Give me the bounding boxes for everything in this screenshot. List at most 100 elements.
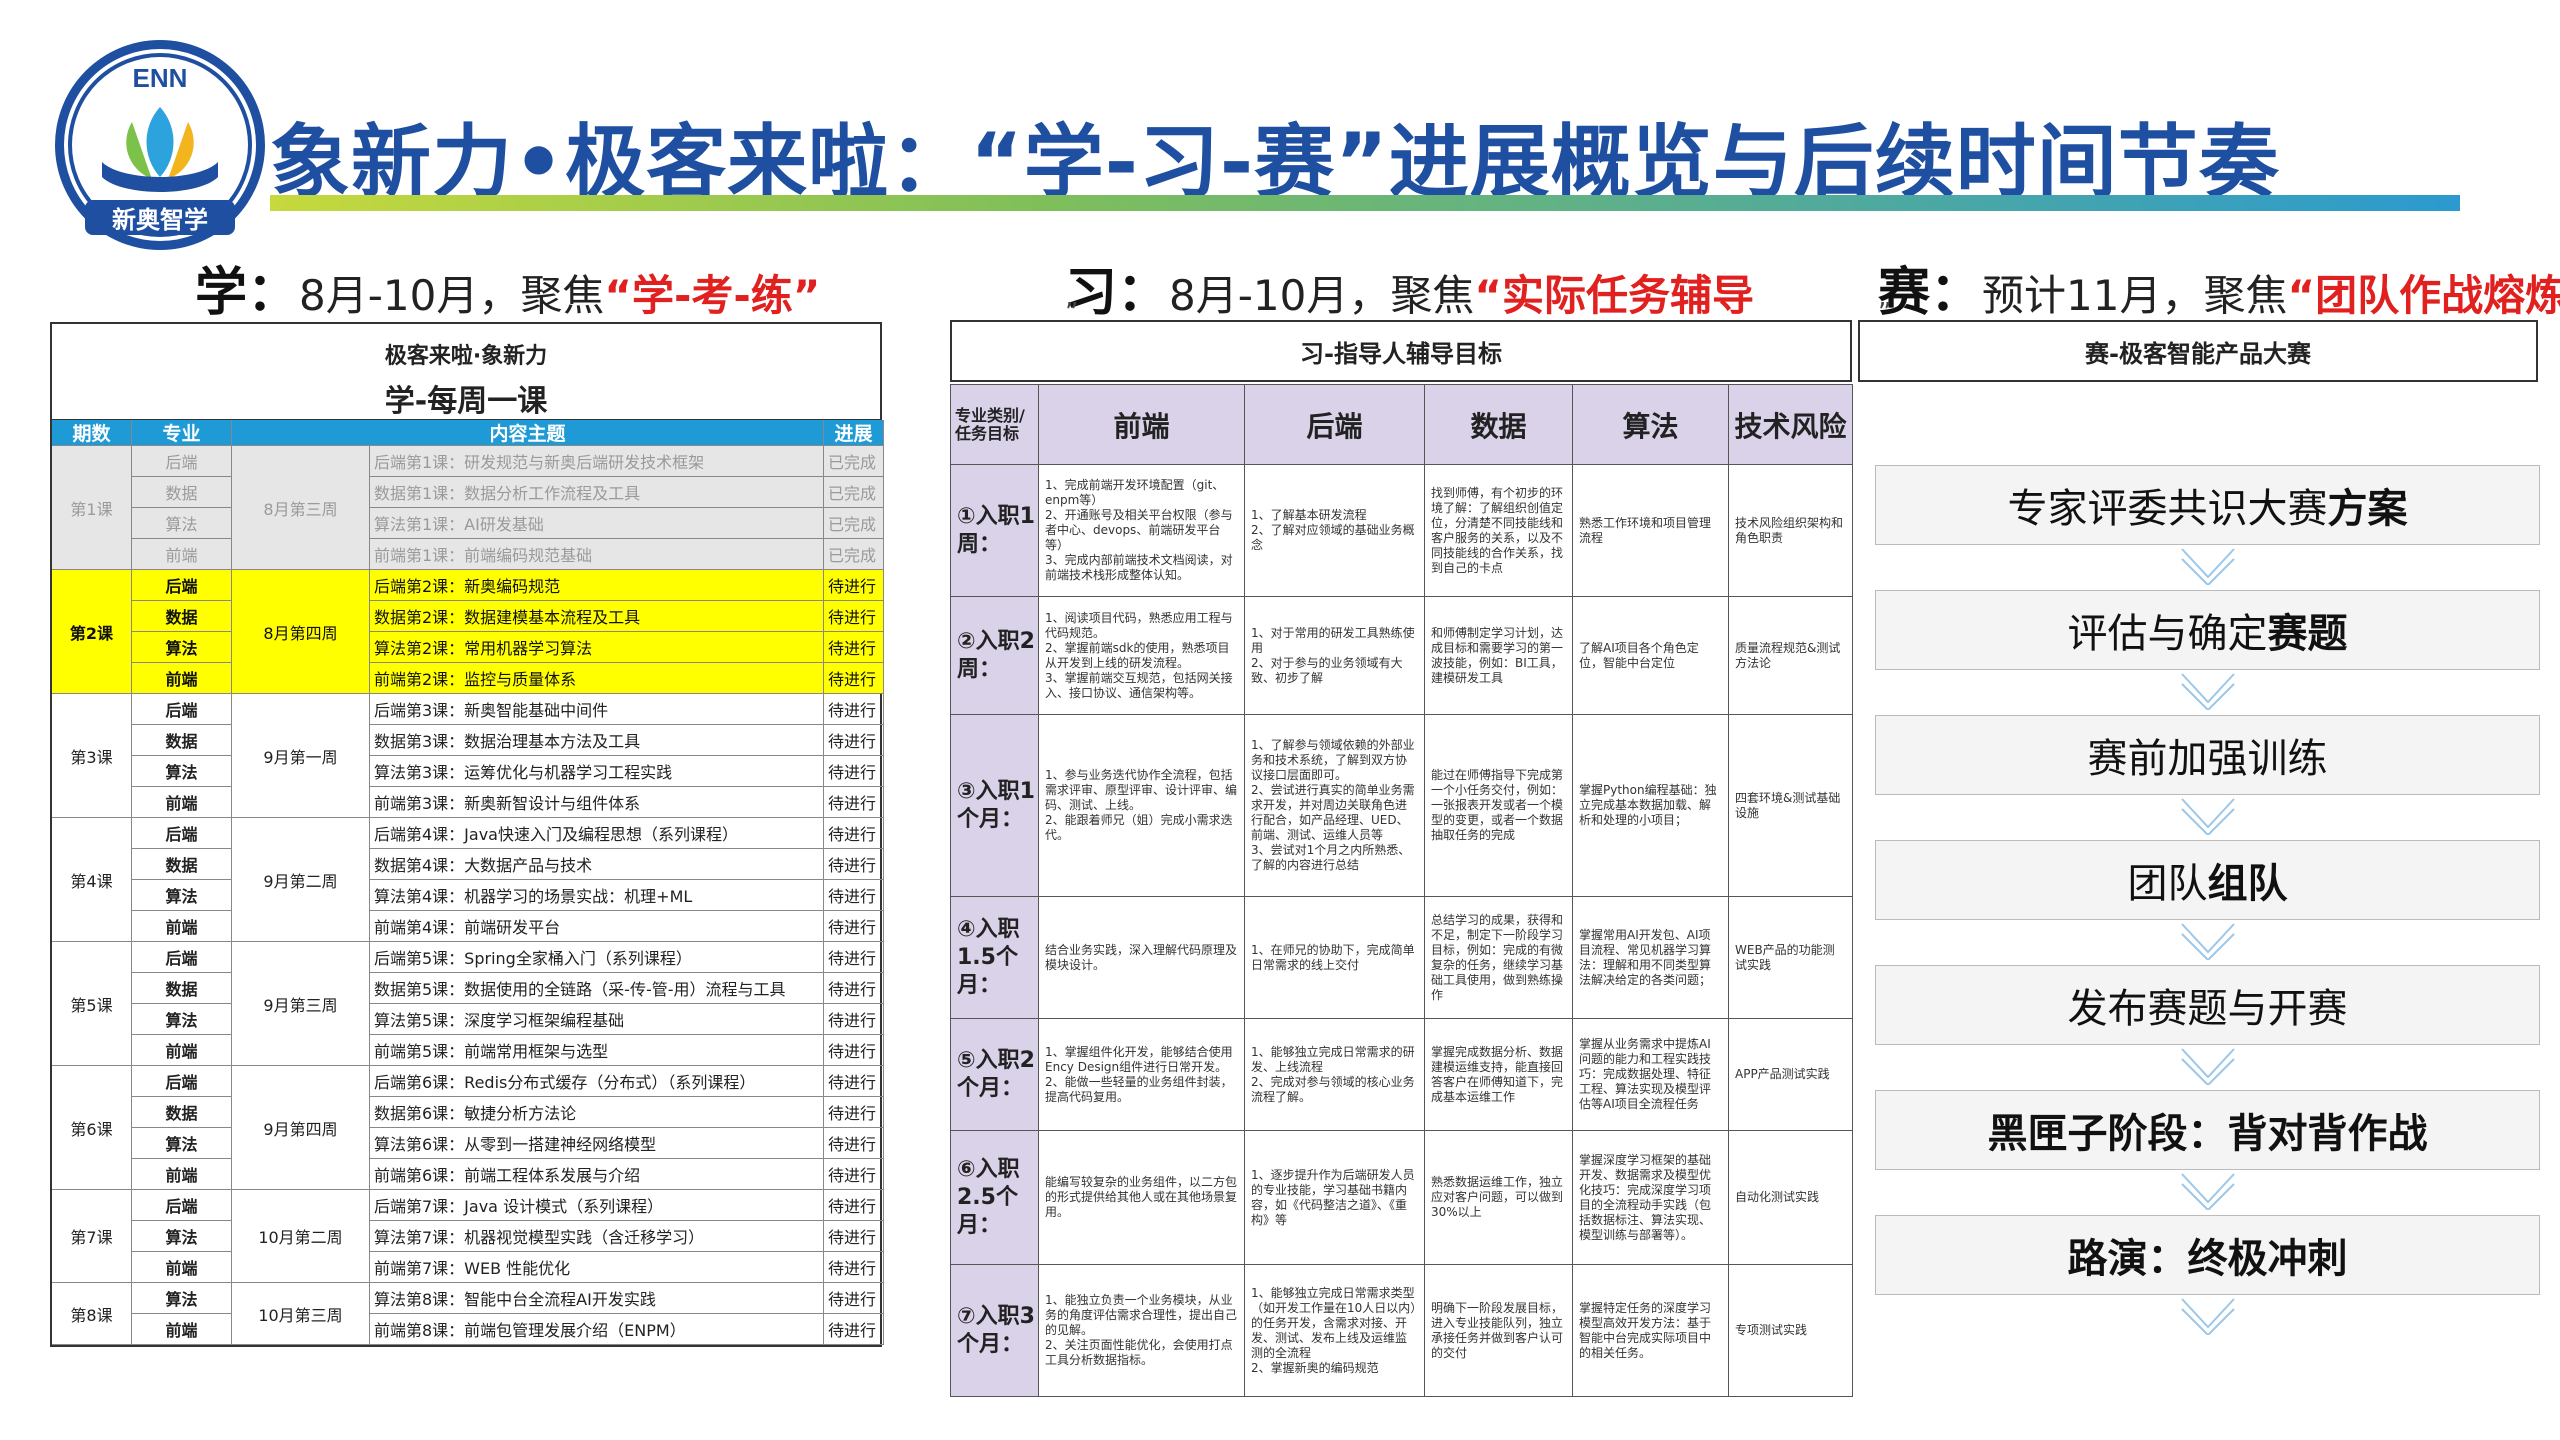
mentor-cell: 1、在师兄的协助下，完成简单日常需求的线上交付 bbox=[1245, 897, 1425, 1019]
weekly-caption-1: 极客来啦·象新力 bbox=[384, 344, 548, 369]
practice-label: 习： bbox=[1065, 263, 1170, 323]
mentor-cell-text: 1、对于常用的研发工具熟练使用 2、对于参与的业务领域有大致、初步了解 bbox=[1251, 625, 1415, 685]
lesson-status: 已完成 bbox=[824, 477, 884, 508]
mentor-col-header: 后端 bbox=[1245, 385, 1425, 465]
lesson-status: 待进行 bbox=[824, 1283, 884, 1314]
lesson-status: 待进行 bbox=[824, 694, 884, 725]
lesson-name: 第1课 bbox=[52, 446, 132, 570]
lesson-status: 待进行 bbox=[824, 787, 884, 818]
lesson-topic: 后端第7课：Java 设计模式（系列课程） bbox=[370, 1190, 824, 1221]
lesson-status: 待进行 bbox=[824, 849, 884, 880]
mentor-cell-text: 1、了解参与领域依赖的外部业务和技术系统，了解到双方协议接口层面即可。 2、尝试… bbox=[1251, 738, 1415, 872]
lesson-name: 第4课 bbox=[52, 818, 132, 942]
lesson-major: 前端 bbox=[132, 1035, 232, 1066]
study-label: 学： bbox=[195, 263, 300, 323]
contest-step-text: 团队 bbox=[2127, 861, 2208, 907]
mentor-cell-text: 技术风险组织架构和角色职责 bbox=[1735, 515, 1844, 545]
lesson-topic: 前端第3课：新奥新智设计与组件体系 bbox=[370, 787, 824, 818]
weekly-header-3: 进展 bbox=[824, 420, 884, 446]
lesson-topic: 数据第5课：数据使用的全链路（采-传-管-用）流程与工具 bbox=[370, 973, 824, 1004]
mentor-cell: 掌握深度学习框架的基础开发、数据需求及模型优化技巧：完成深度学习项目的全流程动手… bbox=[1573, 1131, 1729, 1265]
lesson-topic: 算法第8课：智能中台全流程AI开发实践 bbox=[370, 1283, 824, 1314]
lesson-status: 待进行 bbox=[824, 1252, 884, 1283]
lesson-status: 已完成 bbox=[824, 446, 884, 477]
lesson-major: 算法 bbox=[132, 1283, 232, 1314]
mentor-cell-text: 和师傅制定学习计划，达成目标和需要学习的第一波技能，例如：BI工具，建模研发工具 bbox=[1431, 625, 1564, 685]
mentor-cell: 熟悉工作环境和项目管理流程 bbox=[1573, 465, 1729, 597]
lesson-major: 数据 bbox=[132, 973, 232, 1004]
mentor-cell-text: 掌握特定任务的深度学习模型高效开发方法：基于智能中台完成实际项目中的相关任务。 bbox=[1579, 1300, 1712, 1360]
mentor-cell: 1、参与业务迭代协作全流程，包括需求评审、原型评审、设计评审、编码、测试、上线。… bbox=[1039, 715, 1245, 897]
mentor-cell: 质量流程规范&测试方法论 bbox=[1729, 597, 1853, 715]
contest-step-text: 发布赛题与开赛 bbox=[2067, 986, 2348, 1032]
mentor-row-label: ⑤入职2个月： bbox=[951, 1019, 1039, 1131]
study-focus: “学-考-练” bbox=[604, 271, 821, 320]
lesson-topic: 算法第4课：机器学习的场景实战：机理+ML bbox=[370, 880, 824, 911]
lesson-topic: 前端第4课：前端研发平台 bbox=[370, 911, 824, 942]
lesson-topic: 后端第5课：Spring全家桶入门（系列课程） bbox=[370, 942, 824, 973]
weekly-header-0: 期数 bbox=[52, 420, 132, 446]
lesson-status: 待进行 bbox=[824, 818, 884, 849]
lesson-topic: 后端第3课：新奥智能基础中间件 bbox=[370, 694, 824, 725]
lesson-status: 待进行 bbox=[824, 1004, 884, 1035]
lesson-status: 待进行 bbox=[824, 570, 884, 601]
weekly-caption: 极客来啦·象新力 学-每周一课 bbox=[52, 324, 880, 420]
lesson-topic: 前端第2课：监控与质量体系 bbox=[370, 663, 824, 694]
lesson-major: 数据 bbox=[132, 1097, 232, 1128]
mentor-cell-text: 熟悉数据运维工作，独立应对客户问题，可以做到30%以上 bbox=[1431, 1175, 1564, 1219]
lesson-status: 待进行 bbox=[824, 1128, 884, 1159]
contest-step: 黑匣子阶段：背对背作战 bbox=[1875, 1090, 2540, 1170]
lesson-week: 10月第二周 bbox=[232, 1190, 370, 1283]
mentor-cell: 了解AI项目各个角色定位，智能中台定位 bbox=[1573, 597, 1729, 715]
title-underline bbox=[270, 195, 2460, 211]
mentor-cell: 掌握从业务需求中提炼AI问题的能力和工程实践技巧：完成数据处理、特征工程、算法实… bbox=[1573, 1019, 1729, 1131]
lesson-topic: 后端第6课：Redis分布式缓存（分布式）（系列课程） bbox=[370, 1066, 824, 1097]
contest-step-emphasis: 方案 bbox=[2327, 486, 2408, 532]
lesson-week: 8月第三周 bbox=[232, 446, 370, 570]
lesson-status: 待进行 bbox=[824, 725, 884, 756]
study-period: 8月-10月，聚焦 bbox=[299, 271, 605, 320]
lesson-status: 已完成 bbox=[824, 539, 884, 570]
mentor-cell: 1、能够独立完成日常需求类型（如开发工作量在10人日以内）的任务开发，含需求对接… bbox=[1245, 1265, 1425, 1397]
lesson-name: 第2课 bbox=[52, 570, 132, 694]
contest-step: 发布赛题与开赛 bbox=[1875, 965, 2540, 1045]
mentor-cell: 专项测试实践 bbox=[1729, 1265, 1853, 1397]
contest-header: 赛：预计11月，聚焦“团队作战熔炼 bbox=[1878, 250, 2560, 325]
mentor-col-header: 数据 bbox=[1425, 385, 1573, 465]
contest-step: 赛前加强训练 bbox=[1875, 715, 2540, 795]
lesson-major: 前端 bbox=[132, 539, 232, 570]
mentor-cell-text: 明确下一阶段发展目标，进入专业技能队列，独立承接任务并做到客户认可的交付 bbox=[1431, 1300, 1564, 1360]
contest-step-emphasis: 赛题 bbox=[2267, 611, 2348, 657]
lesson-major: 数据 bbox=[132, 477, 232, 508]
mentor-cell-text: 能编写较复杂的业务组件，以二方包的形式提供给其他人或在其他场景复用。 bbox=[1045, 1175, 1238, 1219]
mentor-grid: 专业类别/任务目标 前端 后端 数据 算法 技术风险 ①入职1周： 1、完成前端开发环境配置（… bbox=[951, 385, 1853, 1397]
mentor-cell: 掌握Python编程基础：独立完成基本数据加载、解析和处理的小项目； bbox=[1573, 715, 1729, 897]
lesson-name: 第5课 bbox=[52, 942, 132, 1066]
lesson-topic: 前端第5课：前端常用框架与选型 bbox=[370, 1035, 824, 1066]
mentor-cell-text: 掌握完成数据分析、数据建模运维支持，能直接回答客户在师傅知道下，完成基本运维工作 bbox=[1431, 1044, 1564, 1104]
mentor-cell: WEB产品的功能测试实践 bbox=[1729, 897, 1853, 1019]
weekly-header-1: 专业 bbox=[132, 420, 232, 446]
lesson-week: 9月第三周 bbox=[232, 942, 370, 1066]
lesson-name: 第3课 bbox=[52, 694, 132, 818]
mentor-cell-text: 1、能够独立完成日常需求的研发、上线流程 2、完成对参与领域的核心业务流程了解。 bbox=[1251, 1044, 1415, 1104]
mentor-cell: 1、完成前端开发环境配置（git、enpm等） 2、开通账号及相关平台权限（参与… bbox=[1039, 465, 1245, 597]
lesson-major: 算法 bbox=[132, 1128, 232, 1159]
mentor-cell-text: 掌握深度学习框架的基础开发、数据需求及模型优化技巧：完成深度学习项目的全流程动手… bbox=[1579, 1152, 1712, 1242]
lesson-status: 待进行 bbox=[824, 1097, 884, 1128]
contest-label: 赛： bbox=[1878, 263, 1983, 323]
lesson-status: 待进行 bbox=[824, 880, 884, 911]
mentor-cell: 熟悉数据运维工作，独立应对客户问题，可以做到30%以上 bbox=[1425, 1131, 1573, 1265]
mentor-cell: 1、了解基本研发流程 2、了解对应领域的基础业务概念 bbox=[1245, 465, 1425, 597]
contest-step: 路演：终极冲刺 bbox=[1875, 1215, 2540, 1295]
mentor-cell: 1、了解参与领域依赖的外部业务和技术系统，了解到双方协议接口层面即可。 2、尝试… bbox=[1245, 715, 1425, 897]
mentor-row-label: ⑥入职2.5个月： bbox=[951, 1131, 1039, 1265]
lesson-major: 算法 bbox=[132, 632, 232, 663]
mentor-row-label: ④入职1.5个月： bbox=[951, 897, 1039, 1019]
mentor-cell-text: 质量流程规范&测试方法论 bbox=[1735, 640, 1841, 670]
lesson-topic: 数据第6课：敏捷分析方法论 bbox=[370, 1097, 824, 1128]
mentor-cell-text: WEB产品的功能测试实践 bbox=[1735, 942, 1835, 972]
lesson-status: 待进行 bbox=[824, 663, 884, 694]
lesson-topic: 后端第4课：Java快速入门及编程思想（系列课程） bbox=[370, 818, 824, 849]
lesson-topic: 数据第3课：数据治理基本方法及工具 bbox=[370, 725, 824, 756]
